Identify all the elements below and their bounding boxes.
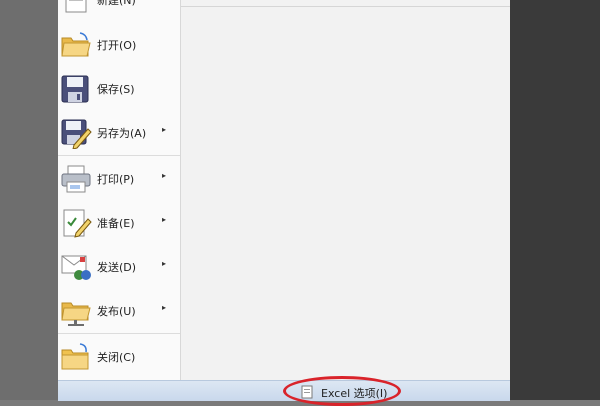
menu-item-print[interactable]: 打印(P) ▸ <box>58 157 180 201</box>
close-folder-icon <box>60 341 92 373</box>
new-document-icon <box>60 0 92 16</box>
menu-separator <box>58 333 180 334</box>
publish-folder-icon <box>60 295 92 327</box>
menu-item-label: 发布(U) <box>97 305 136 318</box>
printer-icon <box>60 163 92 195</box>
prepare-document-icon <box>60 207 92 239</box>
submenu-arrow-icon: ▸ <box>162 215 167 224</box>
menu-item-new[interactable]: 新建(N) <box>58 0 180 22</box>
menu-item-label: 发送(D) <box>97 261 137 274</box>
menu-item-close[interactable]: 关闭(C) <box>58 335 180 379</box>
recent-documents-area <box>181 0 510 380</box>
save-floppy-icon <box>60 73 92 105</box>
menu-separator <box>58 155 180 156</box>
menu-item-label: 准备(E) <box>97 217 135 230</box>
menu-item-save-as[interactable]: 另存为(A) ▸ <box>58 111 180 155</box>
menu-item-label: 打开(O) <box>97 39 137 52</box>
open-folder-icon <box>60 29 92 61</box>
submenu-arrow-icon: ▸ <box>162 259 167 268</box>
submenu-arrow-icon: ▸ <box>162 171 167 180</box>
menu-item-label: 另存为(A) <box>97 127 147 140</box>
menu-item-label: 新建(N) <box>97 0 136 7</box>
divider <box>181 6 510 7</box>
highlight-circle <box>283 376 401 406</box>
menu-item-open[interactable]: 打开(O) <box>58 23 180 67</box>
menu-item-label: 打印(P) <box>97 173 135 186</box>
office-menu-list: 新建(N) 打开(O) 保存(S) 另存为(A) ▸ 打印(P) ▸ 准备(E)… <box>58 0 181 380</box>
office-menu-panel: 新建(N) 打开(O) 保存(S) 另存为(A) ▸ 打印(P) ▸ 准备(E)… <box>58 0 510 380</box>
send-icon <box>60 251 92 283</box>
menu-item-publish[interactable]: 发布(U) ▸ <box>58 289 180 333</box>
menu-item-prepare[interactable]: 准备(E) ▸ <box>58 201 180 245</box>
submenu-arrow-icon: ▸ <box>162 303 167 312</box>
save-as-icon <box>60 117 92 150</box>
background-left <box>0 0 58 400</box>
menu-item-label: 保存(S) <box>97 83 135 96</box>
menu-item-send[interactable]: 发送(D) ▸ <box>58 245 180 289</box>
menu-item-save[interactable]: 保存(S) <box>58 67 180 111</box>
background-right <box>510 0 600 400</box>
submenu-arrow-icon: ▸ <box>162 125 167 134</box>
menu-item-label: 关闭(C) <box>97 351 136 364</box>
